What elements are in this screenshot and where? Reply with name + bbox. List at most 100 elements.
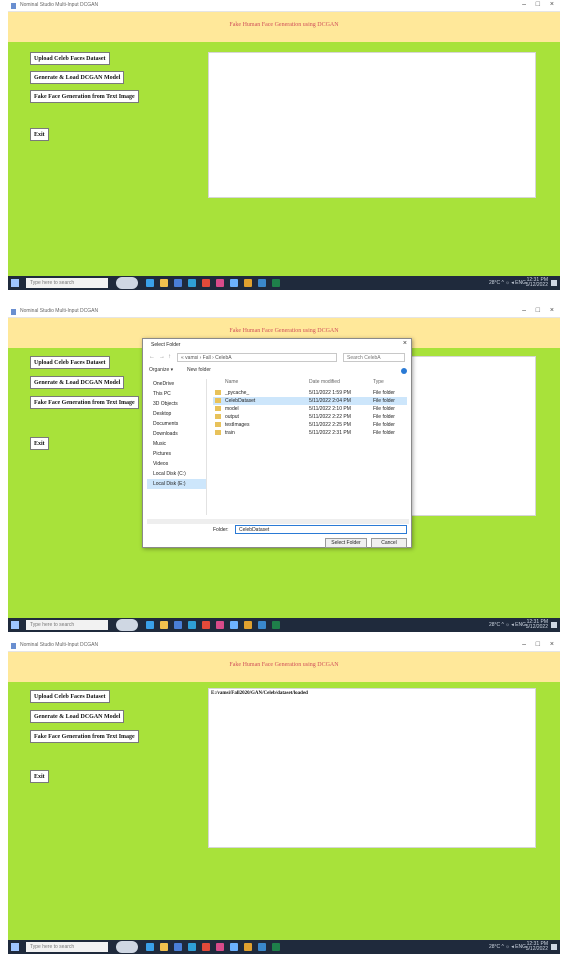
file-explorer-icon[interactable] (160, 621, 168, 629)
word-icon[interactable] (230, 279, 238, 287)
windows-start-icon[interactable] (11, 279, 19, 287)
taskbar-search-input[interactable]: Type here to search (26, 620, 108, 630)
notification-icon[interactable] (551, 622, 557, 628)
chrome-icon[interactable] (202, 279, 210, 287)
column-header-type[interactable]: Type (373, 379, 384, 385)
mail-icon[interactable] (188, 943, 196, 951)
edge-icon[interactable] (146, 943, 154, 951)
word-icon[interactable] (230, 943, 238, 951)
chrome-icon[interactable] (202, 621, 210, 629)
notification-icon[interactable] (551, 944, 557, 950)
word-icon[interactable] (230, 621, 238, 629)
edge-icon[interactable] (146, 279, 154, 287)
dialog-close-icon[interactable]: × (403, 340, 407, 347)
nav-item-3d-objects[interactable]: 3D Objects (147, 399, 206, 409)
nav-item-music[interactable]: Music (147, 439, 206, 449)
taskbar-clock[interactable]: 12:31 PM 5/12/2022 (526, 942, 548, 952)
system-tray[interactable]: 28°C ^ ☼ ◂ ENG (489, 944, 526, 950)
app-icon-pink[interactable] (216, 279, 224, 287)
file-explorer-icon[interactable] (160, 943, 168, 951)
forward-arrow-icon[interactable]: → (159, 354, 165, 360)
file-row[interactable]: train 5/11/2022 2:31 PM File folder (213, 429, 407, 437)
output-textarea[interactable] (208, 52, 536, 198)
store-icon[interactable] (174, 943, 182, 951)
file-row[interactable]: model 5/11/2022 2:10 PM File folder (213, 405, 407, 413)
taskbar-search-input[interactable]: Type here to search (26, 278, 108, 288)
column-header-date[interactable]: Date modified (309, 379, 340, 385)
exit-button[interactable]: Exit (30, 437, 49, 450)
file-row[interactable]: testImages 5/11/2022 2:25 PM File folder (213, 421, 407, 429)
new-folder-button[interactable]: New folder (187, 367, 211, 373)
nav-item-desktop[interactable]: Desktop (147, 409, 206, 419)
store-icon[interactable] (174, 279, 182, 287)
taskbar-clock[interactable]: 12:31 PM 5/12/2022 (526, 620, 548, 630)
excel-icon[interactable] (272, 621, 280, 629)
minimize-icon[interactable]: – (522, 641, 526, 648)
taskbar-clock[interactable]: 12:31 PM 5/12/2022 (526, 278, 548, 288)
up-arrow-icon[interactable]: ↑ (168, 354, 171, 360)
system-tray[interactable]: 28°C ^ ☼ ◂ ENG (489, 280, 526, 286)
nav-item-this-pc[interactable]: This PC (147, 389, 206, 399)
nav-item-onedrive[interactable]: OneDrive (147, 379, 206, 389)
cortana-icon[interactable] (116, 619, 138, 631)
close-icon[interactable]: × (550, 1, 554, 8)
terminal-icon[interactable] (258, 621, 266, 629)
folder-name-input[interactable]: CelebDataset (235, 525, 407, 534)
exit-button[interactable]: Exit (30, 770, 49, 783)
back-arrow-icon[interactable]: ← (149, 354, 155, 360)
cancel-button[interactable]: Cancel (371, 538, 407, 548)
terminal-icon[interactable] (258, 943, 266, 951)
notification-icon[interactable] (551, 280, 557, 286)
file-row[interactable]: _pycache_ 5/11/2022 1:59 PM File folder (213, 389, 407, 397)
minimize-icon[interactable]: – (522, 307, 526, 314)
help-icon[interactable] (401, 368, 407, 374)
minimize-icon[interactable]: – (522, 1, 526, 8)
upload-dataset-button[interactable]: Upload Celeb Faces Dataset (30, 356, 110, 369)
chrome-icon[interactable] (202, 943, 210, 951)
excel-icon[interactable] (272, 943, 280, 951)
nav-item-videos[interactable]: Videos (147, 459, 206, 469)
nav-item-local-disk-c[interactable]: Local Disk (C:) (147, 469, 206, 479)
nav-item-downloads[interactable]: Downloads (147, 429, 206, 439)
generate-load-model-button[interactable]: Generate & Load DCGAN Model (30, 376, 125, 389)
excel-icon[interactable] (272, 279, 280, 287)
organize-menu[interactable]: Organize ▾ (149, 367, 173, 373)
column-header-name[interactable]: Name (225, 379, 238, 385)
exit-button[interactable]: Exit (30, 128, 49, 141)
file-explorer-icon[interactable] (160, 279, 168, 287)
app-icon-pink[interactable] (216, 621, 224, 629)
fake-face-generation-button[interactable]: Fake Face Generation from Text Image (30, 396, 139, 409)
close-icon[interactable]: × (550, 307, 554, 314)
fake-face-generation-button[interactable]: Fake Face Generation from Text Image (30, 90, 139, 103)
python-icon[interactable] (244, 279, 252, 287)
system-tray[interactable]: 28°C ^ ☼ ◂ ENG (489, 622, 526, 628)
terminal-icon[interactable] (258, 279, 266, 287)
maximize-icon[interactable]: □ (536, 641, 540, 648)
nav-item-local-disk-e[interactable]: Local Disk (E:) (147, 479, 206, 489)
maximize-icon[interactable]: □ (536, 1, 540, 8)
generate-load-model-button[interactable]: Generate & Load DCGAN Model (30, 710, 125, 723)
dialog-search-input[interactable]: Search CelebA (343, 353, 405, 362)
python-icon[interactable] (244, 621, 252, 629)
dialog-path-input[interactable]: « vamsi › Fall › CelebA (177, 353, 337, 362)
horizontal-scrollbar[interactable] (147, 519, 409, 524)
app-icon-pink[interactable] (216, 943, 224, 951)
windows-start-icon[interactable] (11, 943, 19, 951)
file-row[interactable]: output 5/11/2022 2:22 PM File folder (213, 413, 407, 421)
close-icon[interactable]: × (550, 641, 554, 648)
store-icon[interactable] (174, 621, 182, 629)
windows-start-icon[interactable] (11, 621, 19, 629)
taskbar-search-input[interactable]: Type here to search (26, 942, 108, 952)
nav-item-pictures[interactable]: Pictures (147, 449, 206, 459)
file-row[interactable]: CelebDataset 5/11/2022 2:04 PM File fold… (213, 397, 407, 405)
edge-icon[interactable] (146, 621, 154, 629)
upload-dataset-button[interactable]: Upload Celeb Faces Dataset (30, 52, 110, 65)
cortana-icon[interactable] (116, 941, 138, 953)
python-icon[interactable] (244, 943, 252, 951)
fake-face-generation-button[interactable]: Fake Face Generation from Text Image (30, 730, 139, 743)
maximize-icon[interactable]: □ (536, 307, 540, 314)
generate-load-model-button[interactable]: Generate & Load DCGAN Model (30, 71, 125, 84)
mail-icon[interactable] (188, 279, 196, 287)
output-textarea[interactable]: E:/vamsi/Fall2020/GAN/Celeb/dataset/load… (208, 688, 536, 848)
cortana-icon[interactable] (116, 277, 138, 289)
